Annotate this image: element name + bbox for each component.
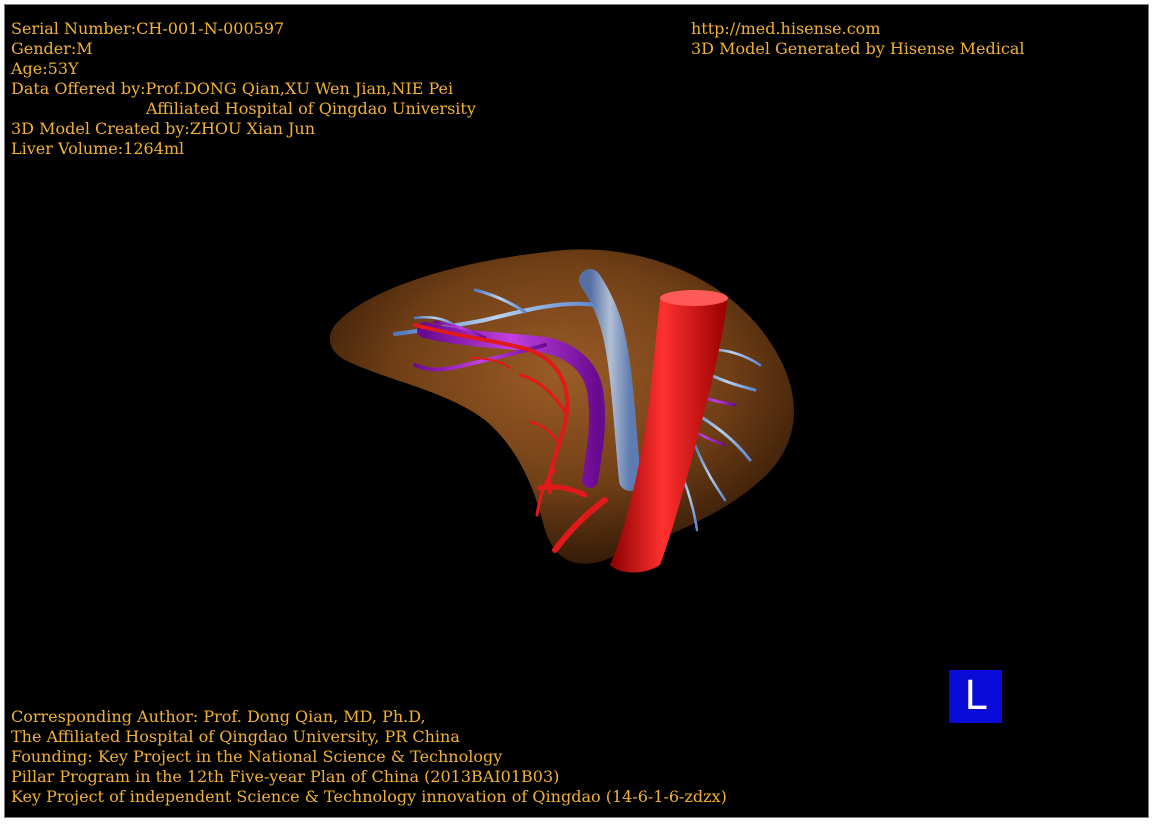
main-vessel-top [660,290,728,306]
gender: Gender:M [11,39,93,58]
generated-by: 3D Model Generated by Hisense Medical [691,39,1025,58]
hospital-name: Affiliated Hospital of Qingdao Universit… [146,99,476,118]
viewer-canvas[interactable]: Serial Number:CH-001-N-000597 Gender:M A… [4,4,1149,818]
model-created-by: 3D Model Created by:ZHOU Xian Jun [11,119,316,138]
credits-line-1: Corresponding Author: Prof. Dong Qian, M… [11,707,426,726]
serial-number: Serial Number:CH-001-N-000597 [11,19,285,38]
credits-line-2: The Affiliated Hospital of Qingdao Unive… [11,727,460,746]
credits-block: Corresponding Author: Prof. Dong Qian, M… [11,707,727,807]
age: Age:53Y [11,59,79,78]
liver-3d-model[interactable] [305,230,825,590]
branding-block: http://med.hisense.com 3D Model Generate… [691,19,1024,59]
orientation-badge[interactable]: L [949,670,1002,723]
credits-line-4: Pillar Program in the 12th Five-year Pla… [11,767,560,786]
patient-info-block: Serial Number:CH-001-N-000597 Gender:M A… [11,19,476,159]
credits-line-5: Key Project of independent Science & Tec… [11,787,727,806]
credits-line-3: Founding: Key Project in the National Sc… [11,747,503,766]
liver-volume: Liver Volume:1264ml [11,139,185,158]
data-offered-by: Data Offered by:Prof.DONG Qian,XU Wen Ji… [11,79,454,98]
website-url: http://med.hisense.com [691,19,881,38]
